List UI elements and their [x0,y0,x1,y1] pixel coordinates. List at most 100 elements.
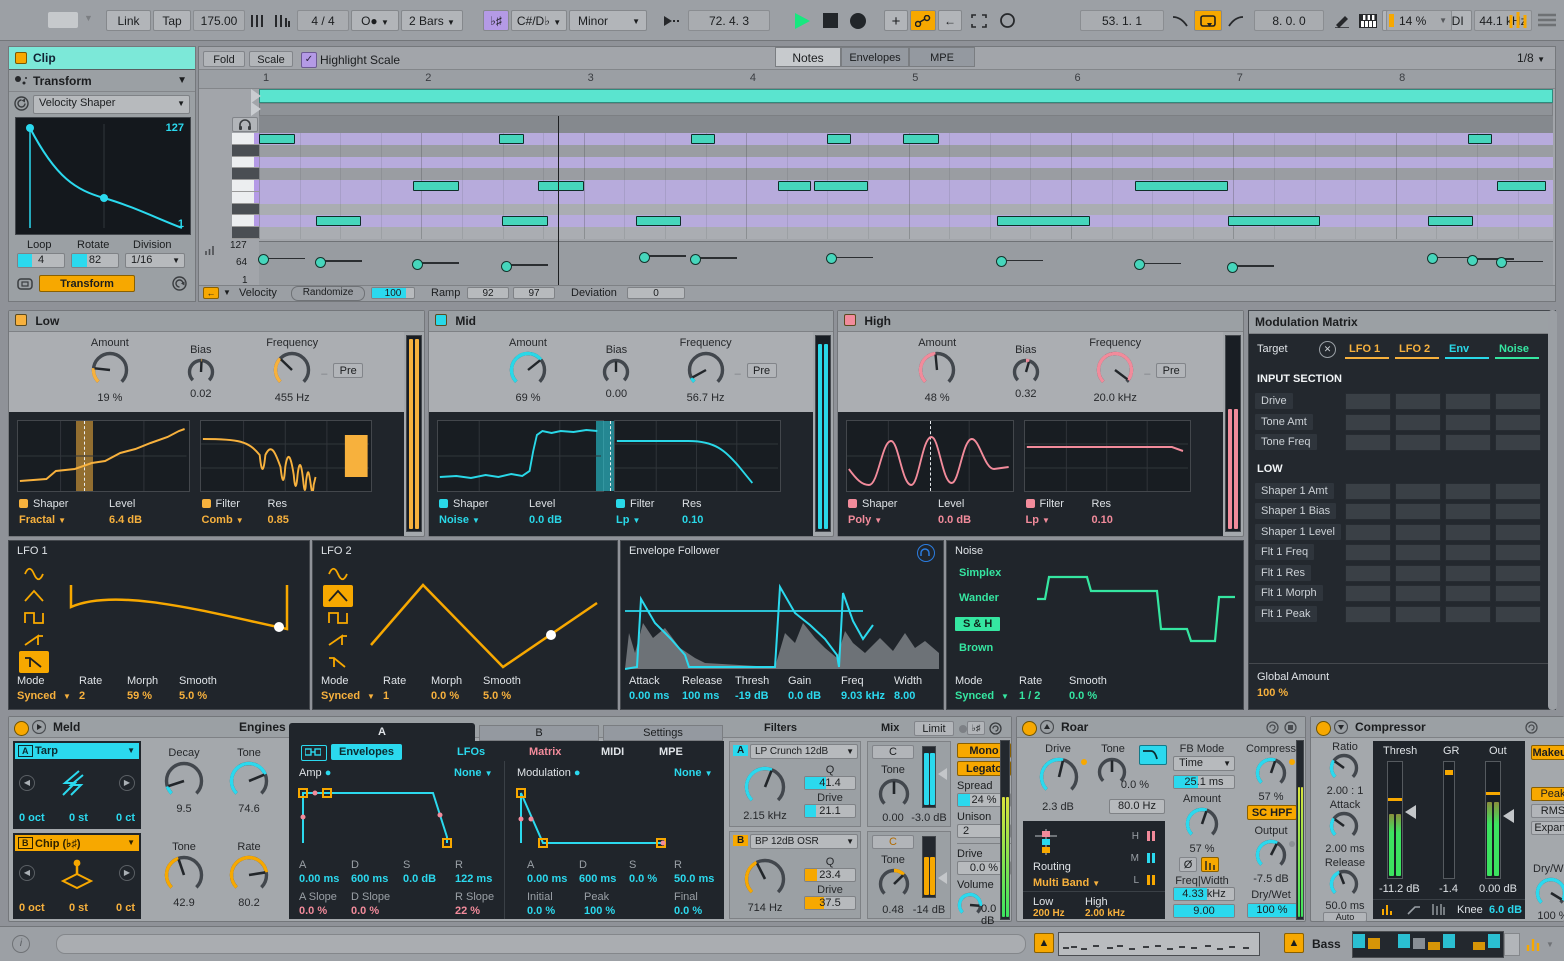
scale-root-menu[interactable]: C#/D♭ ▼ [511,10,567,31]
piano-keys[interactable] [232,133,259,239]
high-shaper-toggle[interactable]: Shaper [848,498,897,510]
subtab-envelopes[interactable]: Envelopes [331,744,402,760]
lfo2-mode-chevron-icon[interactable]: ▼ [367,692,375,701]
transfer-curve-icon[interactable] [1407,904,1421,915]
low-shaper-type[interactable]: Fractal ▼ [19,514,66,526]
loop-start-field[interactable]: 53. 1. 1 [1080,10,1164,31]
lane-chevron-icon[interactable]: ▼ [223,288,231,297]
piano-key-black[interactable] [232,227,259,239]
filter-a-freq-knob[interactable] [744,766,786,808]
chain-extra[interactable] [1504,933,1520,956]
overdub-plus-button[interactable]: + [884,10,908,31]
scroll-strip[interactable] [259,103,1553,116]
engine-a-knob2-value[interactable]: 74.6 [224,803,274,815]
roar-drive-value[interactable]: 2.3 dB [1031,801,1085,813]
filter-b-tag[interactable]: B [733,835,748,846]
metronome-ticks-icon[interactable] [247,10,269,31]
mod-a-value[interactable]: 0.00 ms [527,873,567,885]
velocity-marker[interactable] [501,261,512,272]
roar-power-led[interactable] [1022,721,1037,736]
subtab-midi[interactable]: MIDI [601,746,624,758]
scale-button[interactable]: Scale [249,51,293,67]
velocity-ramp[interactable] [263,258,305,260]
mid-filter-graph[interactable] [614,420,781,492]
midi-note[interactable] [1468,134,1492,144]
envf-freq-value[interactable]: 9.03 kHz [841,690,885,702]
comp-drywet-knob[interactable] [1535,877,1564,909]
capture-midi-button[interactable] [966,10,992,31]
engine-a-decay-knob[interactable] [164,761,204,801]
scale-toggle-button[interactable]: ♭♯ [483,10,509,31]
lfo1-mode-value[interactable]: Synced [17,690,56,702]
lfo1-smooth-value[interactable]: 5.0 % [179,690,207,702]
matrix-cell[interactable] [1445,483,1491,500]
lfo1-mode-chevron-icon[interactable]: ▼ [63,692,71,701]
mod-env-mod-select[interactable]: None ▼ [674,767,712,779]
ramp-start-field[interactable]: 92 [467,287,509,299]
matrix-cell[interactable] [1395,544,1441,561]
mid-bias-knob[interactable] [602,358,630,386]
output-meter-icon[interactable] [1526,937,1542,951]
subtab-mpe[interactable]: MPE [659,746,683,758]
envf-width-value[interactable]: 8.00 [894,690,915,702]
loop-strip[interactable] [259,89,1553,103]
mix-a-pan[interactable]: C [872,745,914,759]
matrix-cell[interactable] [1495,503,1541,520]
engine-a-selector[interactable]: A Tarp ▼ [15,743,139,759]
clip-color-swatch[interactable] [15,52,27,64]
meld-expand-icon[interactable] [32,720,46,734]
filter-b-drive-field[interactable]: 37.5 [804,896,856,910]
matrix-cell[interactable] [1445,503,1491,520]
midi-note[interactable] [691,134,715,144]
matrix-col-lfo1[interactable]: LFO 1 [1349,343,1380,355]
midi-note[interactable] [316,216,361,226]
low-res-value[interactable]: 0.85 [268,514,289,526]
division-dropdown[interactable]: 1/16 ▼ [125,253,185,268]
velocity-marker[interactable] [826,253,837,264]
band-high-enable[interactable] [844,314,856,326]
loop-mode-icon[interactable] [17,277,33,291]
low-freq-knob[interactable] [273,351,311,389]
thresh-value[interactable]: -11.2 dB [1379,883,1420,895]
matrix-row-flt-1-morph[interactable]: Flt 1 Morph [1255,585,1323,601]
info-icon[interactable]: i [12,935,30,953]
global-amount-value[interactable]: 100 % [1257,687,1288,699]
auto-button[interactable]: Auto [1323,912,1367,922]
amp-env-mod-select[interactable]: None ▼ [454,767,492,779]
note-grid[interactable] [259,133,1553,239]
velocity-marker[interactable] [1227,262,1238,273]
peak-button[interactable]: Peak [1531,787,1564,801]
time-signature-field[interactable]: 4 / 4 [297,10,349,31]
high-bias-knob[interactable] [1012,358,1040,386]
ratio-value[interactable]: 2.00 : 1 [1319,785,1371,797]
device-chain-overview[interactable] [1352,931,1504,958]
velocity-marker[interactable] [1134,259,1145,270]
velocity-ramp[interactable] [644,255,686,257]
filter-a-tag[interactable]: A [733,745,748,756]
noise-mode-chevron-icon[interactable]: ▼ [1001,692,1009,701]
matrix-cell[interactable] [1395,434,1441,451]
matrix-cell[interactable] [1345,414,1391,431]
fb-time-field[interactable]: 25.1 ms [1173,775,1235,789]
lfo1-morph-value[interactable]: 59 % [127,690,152,702]
matrix-cell[interactable] [1445,544,1491,561]
roar-tone-freq-field[interactable]: 80.0 Hz [1109,799,1165,814]
cpu-meter[interactable]: 14 % ▼ [1386,10,1452,31]
roar-save-icon[interactable] [1284,721,1297,734]
matrix-cell[interactable] [1345,565,1391,582]
matrix-row-shaper-1-amt[interactable]: Shaper 1 Amt [1255,483,1334,499]
loop-button[interactable] [1194,10,1222,31]
matrix-cell[interactable] [1395,585,1441,602]
matrix-row-tone-freq[interactable]: Tone Freq [1255,434,1317,450]
filter-b-freq-knob[interactable] [744,858,786,900]
tab-a[interactable]: A [289,723,475,741]
filter-a-freq-value[interactable]: 2.15 kHz [734,810,796,822]
apply-transform-button[interactable]: Transform [39,275,135,292]
matrix-cell[interactable] [1445,393,1491,410]
matrix-cell[interactable] [1495,434,1541,451]
fb-amount-knob[interactable] [1185,807,1219,841]
velocity-marker[interactable] [996,256,1007,267]
re-enable-automation-button[interactable]: ← [938,10,962,31]
engine-a-oct[interactable]: 0 oct [19,812,45,824]
lfo-triangle-icon[interactable] [19,585,49,607]
